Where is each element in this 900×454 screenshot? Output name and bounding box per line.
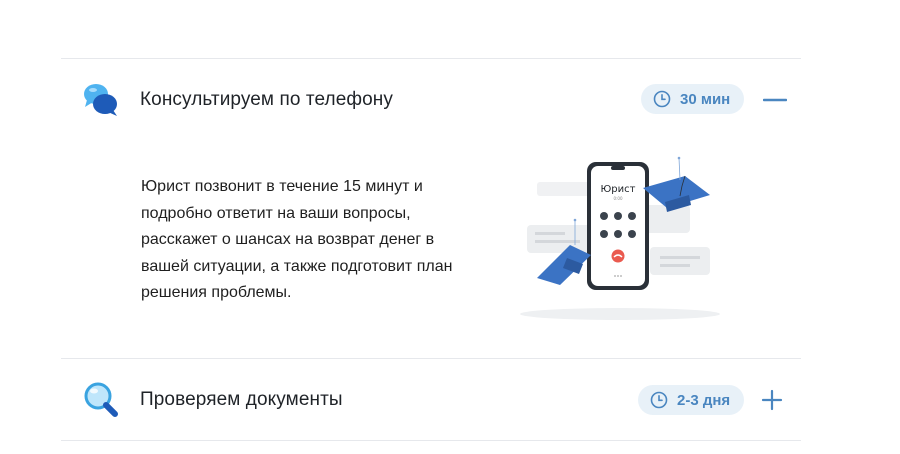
clock-icon — [650, 391, 668, 409]
duration-text: 2-3 дня — [677, 391, 731, 409]
duration-badge: 2-3 дня — [638, 385, 745, 415]
duration-text: 30 мин — [680, 90, 731, 108]
minus-icon[interactable] — [761, 86, 789, 114]
accordion-title: Проверяем документы — [140, 389, 343, 410]
chat-bubbles-icon — [81, 80, 121, 120]
accordion-header-document-check[interactable]: Проверяем документы 2-3 дня — [61, 359, 801, 441]
accordion-title: Консультируем по телефону — [140, 89, 393, 110]
magnifier-icon — [81, 380, 121, 420]
clock-icon — [653, 90, 671, 108]
call-timer: 0:00 — [614, 196, 623, 201]
phone-call-illustration: Юрист 0:00 — [515, 150, 725, 325]
caller-name: Юрист — [601, 184, 636, 195]
duration-badge: 30 мин — [641, 84, 745, 114]
accordion-header-phone-consult[interactable]: Консультируем по телефону 30 мин — [61, 59, 801, 141]
accordion-description: Юрист позвонит в течение 15 минут и подр… — [141, 178, 453, 301]
plus-icon[interactable] — [758, 386, 786, 414]
bottom-divider — [61, 440, 801, 441]
